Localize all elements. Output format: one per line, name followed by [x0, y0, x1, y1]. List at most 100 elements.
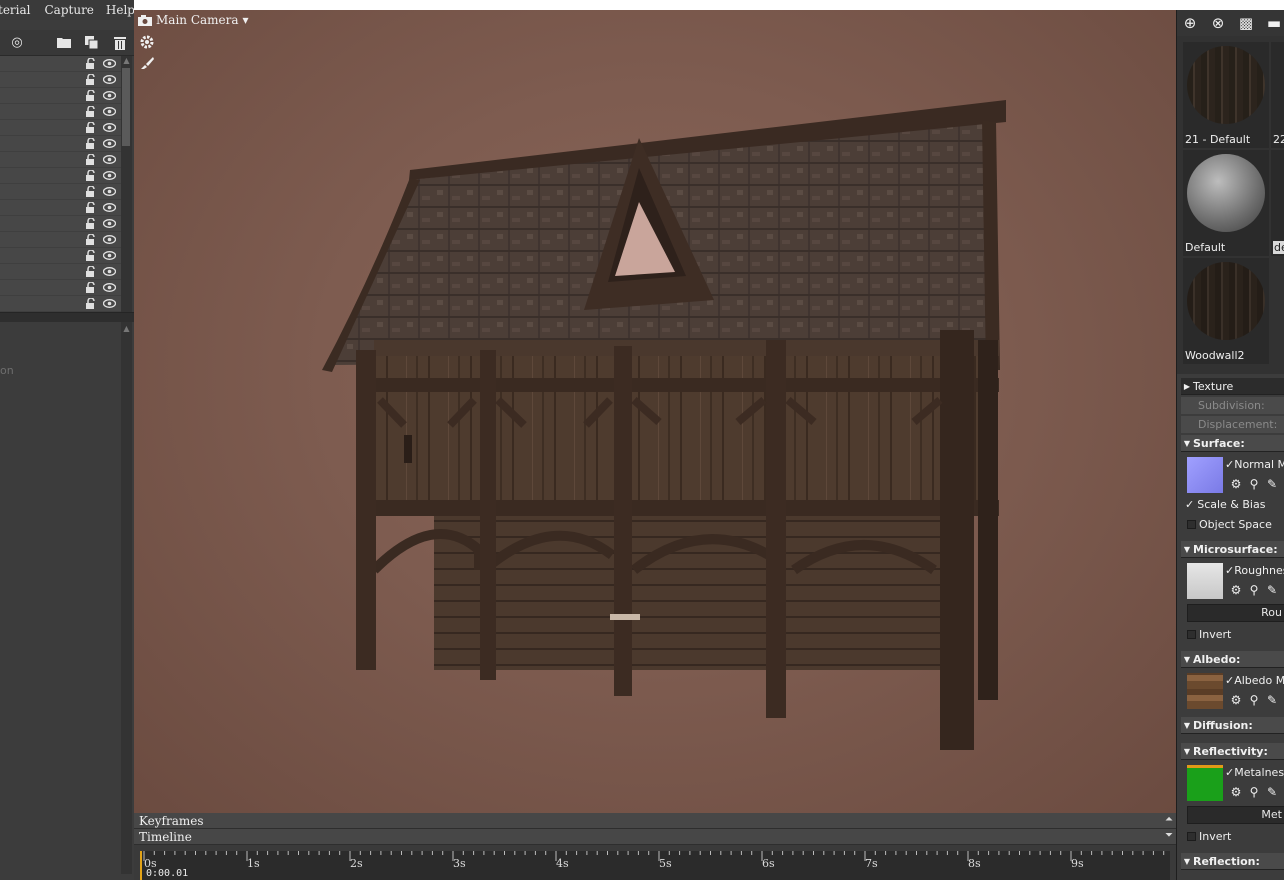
invert-option[interactable]: Invert	[1187, 628, 1231, 641]
eye-icon[interactable]	[103, 235, 116, 244]
folder-icon[interactable]	[56, 36, 72, 50]
outliner-row[interactable]	[0, 264, 121, 280]
lock-icon[interactable]	[86, 266, 96, 277]
scene-target-icon[interactable]: ◎	[9, 36, 25, 50]
outliner-row[interactable]	[0, 296, 121, 312]
outliner-row[interactable]	[0, 248, 121, 264]
normal-map-toggle[interactable]: ✓Normal M	[1225, 458, 1284, 471]
eye-icon[interactable]	[103, 299, 116, 308]
albedo-map-toggle[interactable]: ✓Albedo M	[1225, 674, 1284, 687]
section-diffusion[interactable]: ▼ Diffusion:	[1181, 717, 1284, 734]
lock-icon[interactable]	[86, 170, 96, 181]
outliner-row[interactable]	[0, 152, 121, 168]
magnify-icon[interactable]: ⚲	[1247, 785, 1261, 799]
scene-outliner[interactable]	[0, 56, 121, 323]
normal-map-thumbnail[interactable]	[1187, 457, 1223, 493]
properties-scrollbar[interactable]: ▲	[121, 322, 132, 874]
eye-icon[interactable]	[103, 107, 116, 116]
lock-icon[interactable]	[86, 138, 96, 149]
pen-icon[interactable]: ✎	[1265, 693, 1279, 707]
pen-icon[interactable]: ✎	[1265, 583, 1279, 597]
section-microsurface[interactable]: ▼ Microsurface:	[1181, 541, 1284, 558]
keyframes-header[interactable]: Keyframes ⏶	[134, 813, 1176, 829]
subdivision-row[interactable]: Subdivision:	[1181, 397, 1284, 414]
outliner-row[interactable]	[0, 168, 121, 184]
scroll-up-icon[interactable]: ▲	[122, 56, 131, 66]
section-texture[interactable]: ▶ Texture	[1181, 378, 1284, 395]
roughness-map-thumbnail[interactable]	[1187, 563, 1223, 599]
scale-bias-option[interactable]: ✓ Scale & Bias	[1185, 498, 1265, 511]
albedo-map-thumbnail[interactable]	[1187, 673, 1223, 709]
outliner-row[interactable]	[0, 136, 121, 152]
eye-icon[interactable]	[103, 283, 116, 292]
lock-icon[interactable]	[86, 298, 96, 309]
gear-icon[interactable]: ⚙	[1229, 583, 1243, 597]
outliner-row[interactable]	[0, 232, 121, 248]
folder-icon[interactable]: ▬	[1265, 14, 1283, 32]
eye-icon[interactable]	[103, 155, 116, 164]
lock-icon[interactable]	[86, 202, 96, 213]
roughness-channel-field[interactable]: Rou	[1187, 604, 1284, 622]
panel-divider[interactable]	[0, 312, 134, 322]
material-item-22[interactable]: 22	[1271, 42, 1284, 148]
menu-help[interactable]: Help	[106, 3, 135, 17]
lock-icon[interactable]	[86, 218, 96, 229]
magnify-icon[interactable]: ⚲	[1247, 693, 1261, 707]
lock-icon[interactable]	[86, 90, 96, 101]
lock-icon[interactable]	[86, 58, 96, 69]
magnify-icon[interactable]: ⚲	[1247, 583, 1261, 597]
lock-icon[interactable]	[86, 186, 96, 197]
section-surface[interactable]: ▼ Surface:	[1181, 435, 1284, 452]
trash-icon[interactable]	[112, 36, 128, 50]
outliner-row[interactable]	[0, 88, 121, 104]
3d-viewport[interactable]: Main Camera ▾	[134, 10, 1176, 813]
lock-icon[interactable]	[86, 250, 96, 261]
roughness-map-toggle[interactable]: ✓Roughness	[1225, 564, 1284, 577]
material-item-selected[interactable]: de	[1271, 150, 1284, 256]
eye-icon[interactable]	[103, 187, 116, 196]
section-albedo[interactable]: ▼ Albedo:	[1181, 651, 1284, 668]
material-item-21-default[interactable]: 21 - Default	[1183, 42, 1269, 148]
duplicate-material-icon[interactable]: ⊗	[1209, 14, 1227, 32]
metalness-map-thumbnail[interactable]	[1187, 765, 1223, 801]
outliner-row[interactable]	[0, 120, 121, 136]
pen-icon[interactable]: ✎	[1265, 477, 1279, 491]
eye-icon[interactable]	[103, 203, 116, 212]
outliner-row[interactable]	[0, 280, 121, 296]
section-reflectivity[interactable]: ▼ Reflectivity:	[1181, 743, 1284, 760]
collapse-icon[interactable]: ⏷	[1165, 830, 1173, 841]
eye-icon[interactable]	[103, 75, 116, 84]
outliner-row[interactable]	[0, 200, 121, 216]
lock-icon[interactable]	[86, 122, 96, 133]
outliner-row[interactable]	[0, 72, 121, 88]
eye-icon[interactable]	[103, 139, 116, 148]
checker-icon[interactable]: ▩	[1237, 14, 1255, 32]
menu-material[interactable]: terial	[0, 3, 31, 17]
eye-icon[interactable]	[103, 171, 116, 180]
expand-icon[interactable]: ⏶	[1165, 814, 1173, 825]
house-model[interactable]	[134, 10, 1176, 813]
eye-icon[interactable]	[103, 219, 116, 228]
playhead[interactable]	[140, 851, 142, 880]
outliner-row[interactable]	[0, 104, 121, 120]
gear-icon[interactable]: ⚙	[1229, 477, 1243, 491]
scroll-thumb[interactable]	[122, 68, 130, 146]
eye-icon[interactable]	[103, 123, 116, 132]
outliner-scrollbar[interactable]: ▲ ▼	[121, 56, 132, 323]
scroll-up-icon[interactable]: ▲	[122, 324, 131, 334]
gear-icon[interactable]: ⚙	[1229, 785, 1243, 799]
timeline-track[interactable]: 0s 1s 2s 3s 4s 5s 6s 7s 8s 9s 0:00.01	[140, 851, 1170, 880]
outliner-row[interactable]	[0, 56, 121, 72]
lock-icon[interactable]	[86, 74, 96, 85]
checkbox[interactable]	[1187, 832, 1196, 841]
lock-icon[interactable]	[86, 106, 96, 117]
metalness-map-toggle[interactable]: ✓Metalness	[1225, 766, 1284, 779]
gear-icon[interactable]: ⚙	[1229, 693, 1243, 707]
material-item-woodwall2[interactable]: Woodwall2	[1183, 258, 1269, 364]
displacement-row[interactable]: Displacement:	[1181, 416, 1284, 433]
lock-icon[interactable]	[86, 154, 96, 165]
material-item-default[interactable]: Default	[1183, 150, 1269, 256]
pen-icon[interactable]: ✎	[1265, 785, 1279, 799]
invert-option[interactable]: Invert	[1187, 830, 1231, 843]
lock-icon[interactable]	[86, 234, 96, 245]
